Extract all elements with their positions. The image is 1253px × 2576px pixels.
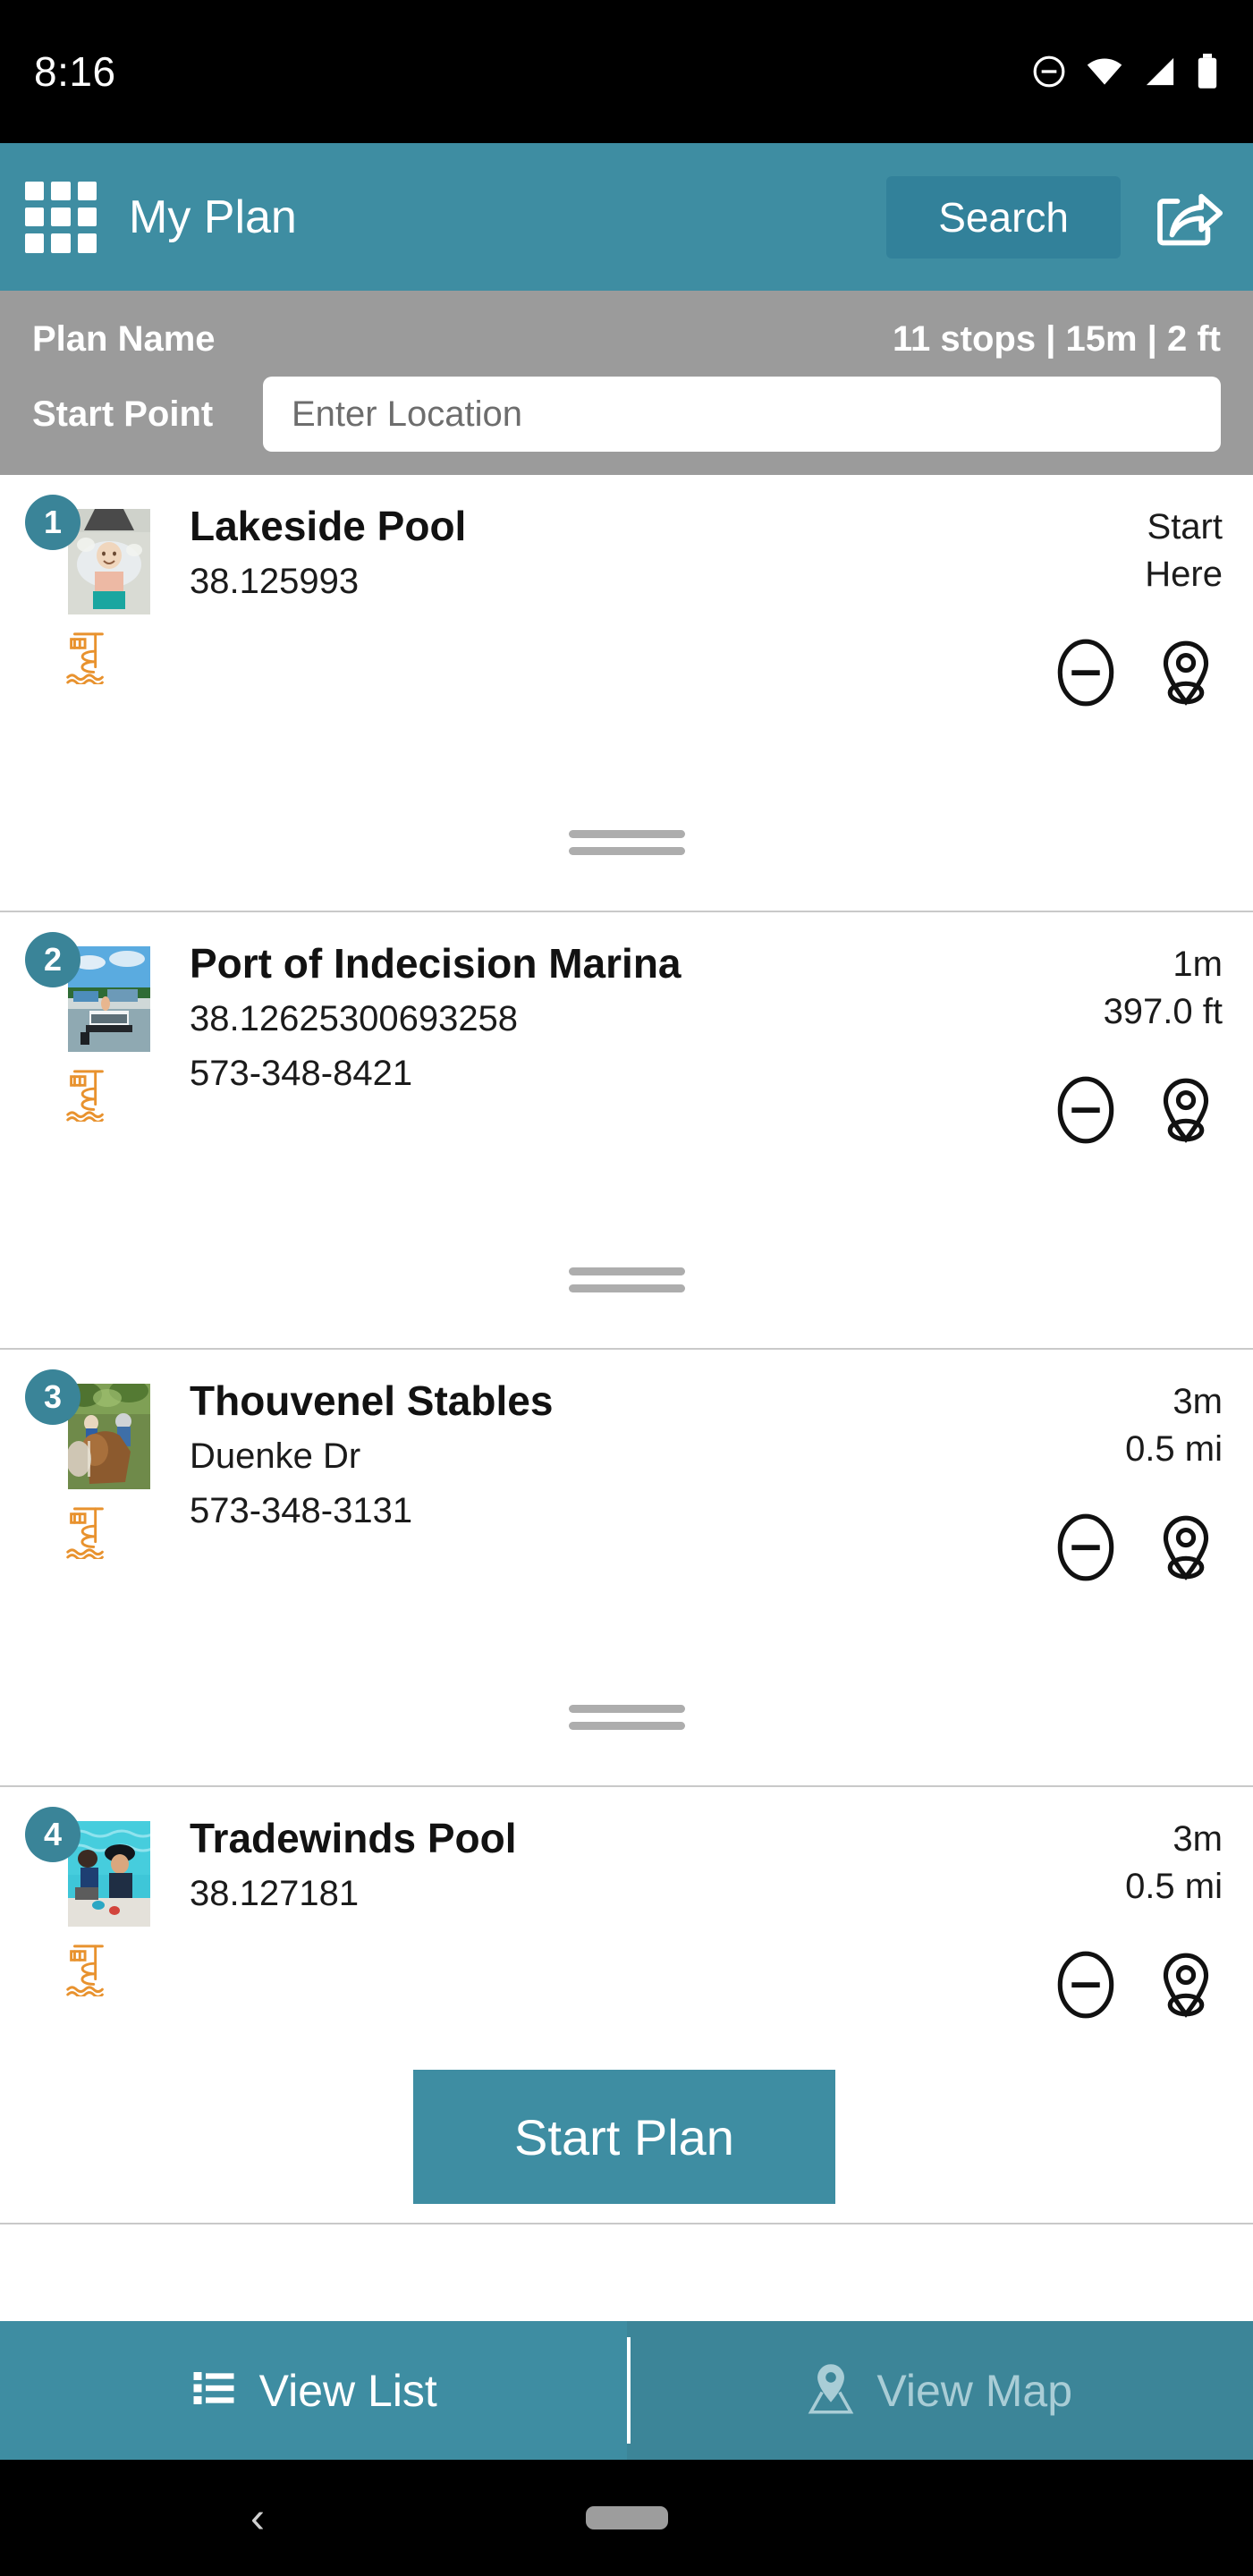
home-pill[interactable] [585, 2506, 668, 2529]
drag-handle[interactable] [568, 1267, 685, 1301]
stop-actions [1049, 1073, 1223, 1147]
minus-circle-icon[interactable] [1049, 636, 1122, 709]
stop-subtitle: Duenke Dr [190, 1436, 361, 1477]
stop-metric-primary: 3m [1173, 1382, 1223, 1421]
map-pin-icon[interactable] [1149, 1073, 1223, 1147]
plan-info-row-start: Start Point [32, 377, 1221, 452]
app-header: My Plan Search [0, 143, 1253, 291]
stop-right-column: 3m 0.5 mi [954, 1371, 1223, 1785]
stop-details: Thouvenel Stables Duenke Dr 573-348-3131 [147, 1371, 954, 1785]
water-slide-icon [61, 1066, 113, 1123]
stop-phone[interactable]: 573-348-8421 [190, 1051, 954, 1097]
stop-right-column: Start Here [954, 496, 1223, 911]
stop-metric-secondary: 0.5 mi [1125, 1866, 1223, 1906]
stop-number-badge: 3 [25, 1369, 80, 1425]
android-nav-bar: ‹ [0, 2460, 1253, 2576]
stop-title: Lakeside Pool [190, 503, 467, 549]
bottom-tab-bar: View List View Map [0, 2321, 1253, 2460]
stop-title: Port of Indecision Marina [190, 940, 682, 987]
stop-subtitle: 38.12625300693258 [190, 999, 519, 1039]
water-slide-icon [61, 1504, 113, 1561]
tab-divider [626, 2337, 631, 2444]
stop-metric-primary: 3m [1173, 1819, 1223, 1859]
tab-view-map-label: View Map [876, 2365, 1073, 2416]
status-bar-icons [1031, 54, 1219, 89]
status-bar: 8:16 [0, 0, 1253, 143]
do-not-disturb-icon [1031, 54, 1067, 89]
start-plan-button[interactable]: Start Plan [413, 2070, 835, 2204]
stop-details: Port of Indecision Marina 38.12625300693… [147, 934, 954, 1348]
list-item[interactable]: 1 Lakeside Pool 38.125993 Start Here [0, 475, 1253, 912]
stop-actions [1049, 1948, 1223, 2021]
list-icon [190, 2364, 238, 2417]
plan-info-bar: Plan Name 11 stops | 15m | 2 ft Start Po… [0, 291, 1253, 475]
plan-info-row-top: Plan Name 11 stops | 15m | 2 ft [32, 307, 1221, 371]
water-slide-icon [61, 629, 113, 686]
stop-title: Thouvenel Stables [190, 1377, 554, 1424]
stop-number-badge: 2 [25, 932, 80, 987]
minus-circle-icon[interactable] [1049, 1073, 1122, 1147]
stop-actions [1049, 1511, 1223, 1584]
map-pin-icon[interactable] [1149, 636, 1223, 709]
map-pin-icon [807, 2362, 855, 2419]
stop-subtitle: 38.125993 [190, 562, 360, 602]
stop-metric-primary: Start [1147, 507, 1223, 547]
page-title: My Plan [129, 191, 297, 243]
plan-name-label: Plan Name [32, 318, 216, 359]
drag-handle[interactable] [568, 830, 685, 864]
minus-circle-icon[interactable] [1049, 1511, 1122, 1584]
stop-metric-secondary: Here [1145, 554, 1223, 594]
start-point-input[interactable] [263, 377, 1221, 452]
stop-number-badge: 1 [25, 495, 80, 550]
stop-title: Tradewinds Pool [190, 1815, 517, 1861]
tab-view-list-label: View List [258, 2365, 437, 2416]
stop-left-column: 4 [25, 1807, 150, 2223]
list-item[interactable]: 3 Thouvenel Stables Duenke Dr 573-348-31… [0, 1350, 1253, 1787]
stop-left-column: 3 [25, 1369, 150, 1785]
app-grid-icon[interactable] [25, 181, 97, 253]
stop-phone[interactable]: 573-348-3131 [190, 1488, 954, 1534]
stop-metric-secondary: 0.5 mi [1125, 1428, 1223, 1469]
stop-metric-primary: 1m [1173, 945, 1223, 984]
stop-details: Lakeside Pool 38.125993 [147, 496, 954, 911]
tab-view-map[interactable]: View Map [626, 2321, 1253, 2460]
wifi-icon [1085, 56, 1124, 87]
tab-view-list[interactable]: View List [0, 2321, 627, 2460]
list-item[interactable]: 2 Port of Indecision Marina 38.126253006… [0, 912, 1253, 1350]
back-chevron-icon[interactable]: ‹ [250, 2494, 265, 2543]
map-pin-icon[interactable] [1149, 1511, 1223, 1584]
stop-right-column: 1m 397.0 ft [954, 934, 1223, 1348]
drag-handle[interactable] [568, 1705, 685, 1739]
map-pin-icon[interactable] [1149, 1948, 1223, 2021]
minus-circle-icon[interactable] [1049, 1948, 1122, 2021]
cellular-signal-icon [1142, 56, 1178, 87]
stop-left-column: 1 [25, 495, 150, 911]
water-slide-icon [61, 1941, 113, 1998]
status-bar-clock: 8:16 [34, 48, 116, 95]
stop-actions [1049, 636, 1223, 709]
app-screen: 8:16 My Plan Search Plan Name 11 stops |… [0, 0, 1253, 2576]
stop-left-column: 2 [25, 932, 150, 1348]
start-point-label: Start Point [32, 394, 214, 434]
battery-icon [1196, 54, 1219, 89]
search-button[interactable]: Search [886, 175, 1121, 258]
stop-metric-secondary: 397.0 ft [1103, 991, 1223, 1031]
stop-subtitle: 38.127181 [190, 1874, 360, 1914]
stop-list[interactable]: 1 Lakeside Pool 38.125993 Start Here 2 P… [0, 475, 1253, 2321]
plan-stats: 11 stops | 15m | 2 ft [893, 318, 1221, 359]
stop-number-badge: 4 [25, 1807, 80, 1862]
stop-right-column: 3m 0.5 mi [954, 1809, 1223, 2223]
share-icon[interactable] [1151, 179, 1228, 256]
